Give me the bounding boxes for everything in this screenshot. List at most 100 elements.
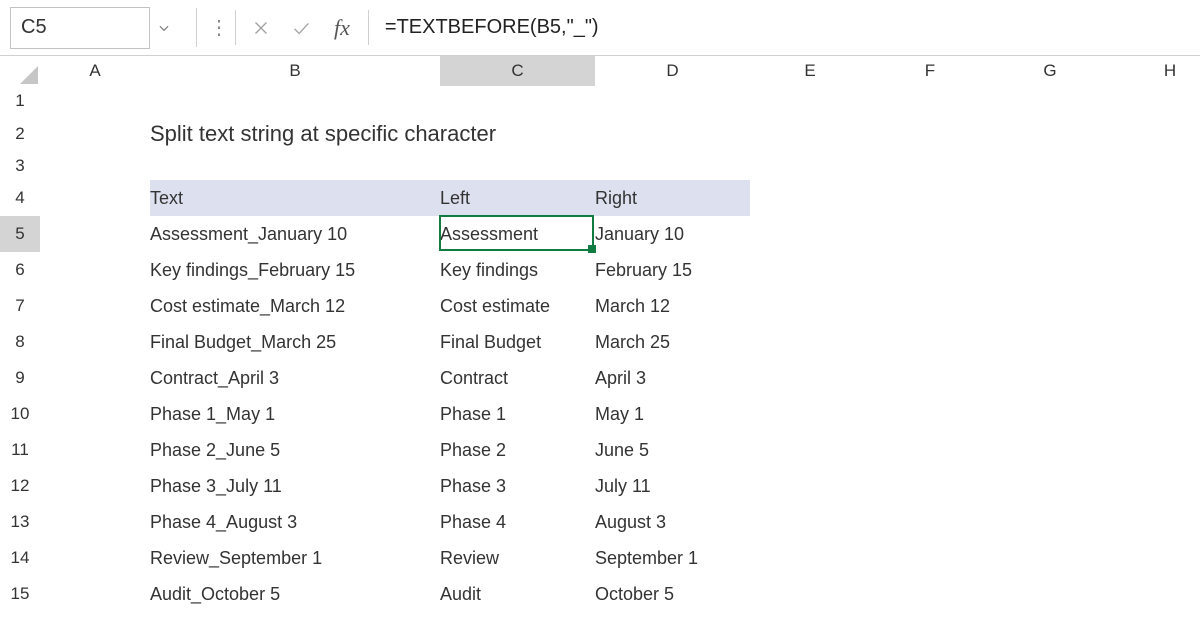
cell-A12[interactable] xyxy=(40,468,150,504)
cell-H9[interactable] xyxy=(1110,360,1200,396)
select-all-corner[interactable] xyxy=(0,56,40,86)
row-header-15[interactable]: 15 xyxy=(0,576,40,612)
cell-B13[interactable]: Phase 4_August 3 xyxy=(150,504,440,540)
cell-B2-title[interactable]: Split text string at specific character xyxy=(150,116,750,152)
cell-E14[interactable] xyxy=(750,540,870,576)
more-dots[interactable]: ⋮ xyxy=(209,0,229,55)
cell-H11[interactable] xyxy=(1110,432,1200,468)
cell-E9[interactable] xyxy=(750,360,870,396)
cell-C6[interactable]: Key findings xyxy=(440,252,595,288)
cell-C3[interactable] xyxy=(440,152,595,180)
cell-F4[interactable] xyxy=(870,180,990,216)
cell-G12[interactable] xyxy=(990,468,1110,504)
cancel-formula-button[interactable] xyxy=(248,15,274,41)
row-header-13[interactable]: 13 xyxy=(0,504,40,540)
cell-G14[interactable] xyxy=(990,540,1110,576)
row-header-5[interactable]: 5 xyxy=(0,216,40,252)
cell-F3[interactable] xyxy=(870,152,990,180)
cell-G15[interactable] xyxy=(990,576,1110,612)
cell-B1[interactable] xyxy=(150,86,440,116)
col-header-F[interactable]: F xyxy=(870,56,990,86)
cell-F7[interactable] xyxy=(870,288,990,324)
cell-C4[interactable]: Left xyxy=(440,180,595,216)
cell-G1[interactable] xyxy=(990,86,1110,116)
cell-G9[interactable] xyxy=(990,360,1110,396)
cell-A10[interactable] xyxy=(40,396,150,432)
cell-H1[interactable] xyxy=(1110,86,1200,116)
cell-G5[interactable] xyxy=(990,216,1110,252)
cell-F15[interactable] xyxy=(870,576,990,612)
name-box-dropdown[interactable] xyxy=(150,7,178,49)
cell-D14[interactable]: September 1 xyxy=(595,540,750,576)
grid[interactable]: A B C D E F G H 1 xyxy=(0,56,1200,630)
cell-F1[interactable] xyxy=(870,86,990,116)
cell-B3[interactable] xyxy=(150,152,440,180)
row-header-9[interactable]: 9 xyxy=(0,360,40,396)
row-header-6[interactable]: 6 xyxy=(0,252,40,288)
cell-E4[interactable] xyxy=(750,180,870,216)
cell-A6[interactable] xyxy=(40,252,150,288)
cell-E11[interactable] xyxy=(750,432,870,468)
cell-B10[interactable]: Phase 1_May 1 xyxy=(150,396,440,432)
cell-C12[interactable]: Phase 3 xyxy=(440,468,595,504)
cell-A11[interactable] xyxy=(40,432,150,468)
cell-E5[interactable] xyxy=(750,216,870,252)
cell-H14[interactable] xyxy=(1110,540,1200,576)
col-header-G[interactable]: G xyxy=(990,56,1110,86)
cell-A3[interactable] xyxy=(40,152,150,180)
col-header-A[interactable]: A xyxy=(40,56,150,86)
cell-D7[interactable]: March 12 xyxy=(595,288,750,324)
cell-E8[interactable] xyxy=(750,324,870,360)
cell-E13[interactable] xyxy=(750,504,870,540)
cell-B6[interactable]: Key findings_February 15 xyxy=(150,252,440,288)
cell-D4[interactable]: Right xyxy=(595,180,750,216)
cell-B12[interactable]: Phase 3_July 11 xyxy=(150,468,440,504)
col-header-E[interactable]: E xyxy=(750,56,870,86)
cell-B7[interactable]: Cost estimate_March 12 xyxy=(150,288,440,324)
cell-E12[interactable] xyxy=(750,468,870,504)
cell-F2[interactable] xyxy=(870,116,990,152)
cell-E6[interactable] xyxy=(750,252,870,288)
row-header-10[interactable]: 10 xyxy=(0,396,40,432)
cell-H10[interactable] xyxy=(1110,396,1200,432)
cell-E10[interactable] xyxy=(750,396,870,432)
cell-D6[interactable]: February 15 xyxy=(595,252,750,288)
cell-C15[interactable]: Audit xyxy=(440,576,595,612)
cell-D5[interactable]: January 10 xyxy=(595,216,750,252)
cell-F12[interactable] xyxy=(870,468,990,504)
cell-G8[interactable] xyxy=(990,324,1110,360)
cell-E2[interactable] xyxy=(750,116,870,152)
cell-D12[interactable]: July 11 xyxy=(595,468,750,504)
cell-F6[interactable] xyxy=(870,252,990,288)
name-box[interactable]: C5 xyxy=(10,7,150,49)
cell-G13[interactable] xyxy=(990,504,1110,540)
cell-E1[interactable] xyxy=(750,86,870,116)
cell-D15[interactable]: October 5 xyxy=(595,576,750,612)
cell-D8[interactable]: March 25 xyxy=(595,324,750,360)
cell-H12[interactable] xyxy=(1110,468,1200,504)
cell-D1[interactable] xyxy=(595,86,750,116)
cell-G2[interactable] xyxy=(990,116,1110,152)
cell-C7[interactable]: Cost estimate xyxy=(440,288,595,324)
cell-B15[interactable]: Audit_October 5 xyxy=(150,576,440,612)
cell-H4[interactable] xyxy=(1110,180,1200,216)
cell-E3[interactable] xyxy=(750,152,870,180)
cell-G11[interactable] xyxy=(990,432,1110,468)
cell-G4[interactable] xyxy=(990,180,1110,216)
row-header-2[interactable]: 2 xyxy=(0,116,40,152)
formula-input[interactable] xyxy=(375,0,1196,55)
col-header-B[interactable]: B xyxy=(150,56,440,86)
cell-A1[interactable] xyxy=(40,86,150,116)
cell-H13[interactable] xyxy=(1110,504,1200,540)
row-header-14[interactable]: 14 xyxy=(0,540,40,576)
cell-F11[interactable] xyxy=(870,432,990,468)
cell-B11[interactable]: Phase 2_June 5 xyxy=(150,432,440,468)
cell-D10[interactable]: May 1 xyxy=(595,396,750,432)
cell-C9[interactable]: Contract xyxy=(440,360,595,396)
cell-G7[interactable] xyxy=(990,288,1110,324)
cell-C11[interactable]: Phase 2 xyxy=(440,432,595,468)
cell-D13[interactable]: August 3 xyxy=(595,504,750,540)
row-header-12[interactable]: 12 xyxy=(0,468,40,504)
cell-D3[interactable] xyxy=(595,152,750,180)
col-header-H[interactable]: H xyxy=(1110,56,1200,86)
